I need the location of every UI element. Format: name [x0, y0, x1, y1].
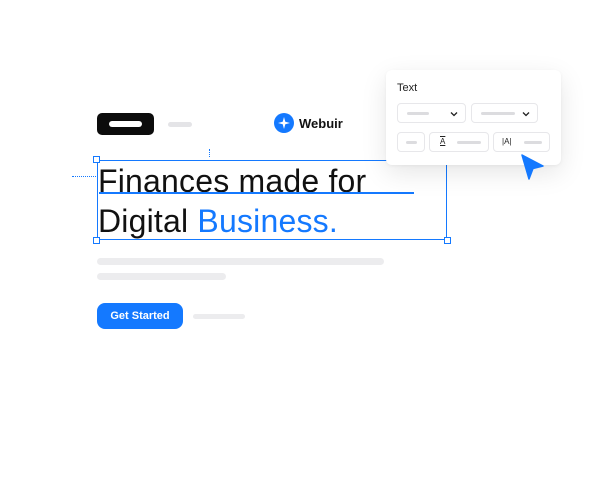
cursor-arrow-icon	[521, 154, 544, 180]
chevron-down-icon	[522, 112, 530, 117]
line-height-field[interactable]: A	[429, 132, 489, 152]
panel-title: Text	[397, 82, 418, 94]
letter-spacing-icon: |A|	[502, 137, 512, 146]
font-family-dropdown[interactable]	[397, 103, 466, 123]
selection-box	[97, 160, 447, 240]
brand-name: Webuir	[299, 115, 343, 131]
brand[interactable]: Webuir	[274, 113, 343, 133]
vertical-guide	[209, 149, 210, 157]
line-height-icon: A	[440, 137, 446, 146]
secondary-link-placeholder[interactable]	[193, 314, 245, 319]
subtext-placeholder	[97, 273, 226, 280]
field-value-placeholder	[406, 141, 417, 144]
field-value-placeholder	[524, 141, 542, 144]
text-properties-panel: Text A |A|	[386, 70, 561, 165]
letter-spacing-field[interactable]: |A|	[493, 132, 550, 152]
resize-handle-bottom-right[interactable]	[444, 237, 451, 244]
get-started-button[interactable]: Get Started	[97, 303, 183, 329]
logo-pill[interactable]	[97, 113, 154, 135]
subtext-placeholder	[97, 258, 384, 265]
font-size-field[interactable]	[397, 132, 425, 152]
sparkle-icon	[274, 113, 294, 133]
logo-bar	[109, 121, 142, 127]
dropdown-value-placeholder	[407, 112, 429, 115]
chevron-down-icon	[450, 112, 458, 117]
nav-placeholder	[168, 122, 192, 127]
field-value-placeholder	[457, 141, 481, 144]
horizontal-guide	[72, 176, 98, 177]
font-weight-dropdown[interactable]	[471, 103, 538, 123]
dropdown-value-placeholder	[481, 112, 515, 115]
resize-handle-bottom-left[interactable]	[93, 237, 100, 244]
resize-handle-top-left[interactable]	[93, 156, 100, 163]
